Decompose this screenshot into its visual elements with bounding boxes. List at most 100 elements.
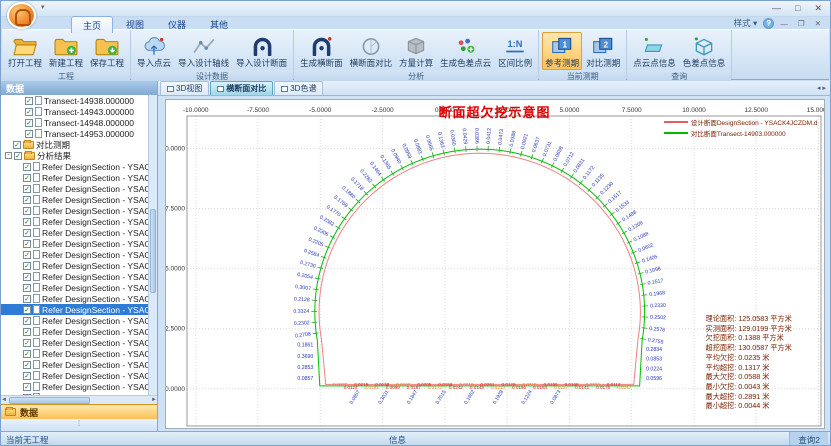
checkbox-icon[interactable]: ✓ [25, 130, 33, 138]
tree-item-refer[interactable]: ✓Refer DesignSection - YSACK4JCZDI [1, 205, 148, 216]
tree-vertical-scrollbar[interactable] [148, 95, 157, 395]
tree-item-refer[interactable]: ✓Refer DesignSection - YSACK4JCZDI [1, 293, 148, 304]
ribbon-button-区间比例[interactable]: 1:N区间比例 [495, 32, 535, 70]
tree-item-transect[interactable]: ✓Transect-14943.000000 [1, 106, 148, 117]
tree-item-refer[interactable]: ✓Refer DesignSection - YSACK4JCZDI [1, 161, 148, 172]
tree-item-transect[interactable]: ✓Transect-14938.000000 [1, 95, 148, 106]
tree-item-refer[interactable]: ✓Refer DesignSection - YSACK4JCZDI [1, 172, 148, 183]
ribbon-button-打开工程[interactable]: 打开工程 [5, 32, 45, 70]
ribbon-tab-视图[interactable]: 视图 [115, 16, 155, 33]
checkbox-icon[interactable]: ✓ [23, 306, 31, 314]
tree-item-refer[interactable]: ✓Refer DesignSection - YSACK4JCZDI [1, 304, 148, 315]
ribbon-button-方量计算[interactable]: 方量计算 [396, 32, 436, 70]
checkbox-icon[interactable]: ✓ [25, 108, 33, 116]
checkbox-icon[interactable]: ✓ [23, 383, 31, 391]
ribbon-button-色差点信息[interactable]: 色差点信息 [680, 32, 729, 70]
ribbon-button-参考测期[interactable]: 1参考测期 [542, 32, 582, 70]
scroll-right-icon[interactable]: ► [151, 397, 157, 403]
checkbox-icon[interactable]: ✓ [25, 119, 33, 127]
ribbon-button-导入点云[interactable]: 导入点云 [134, 32, 174, 70]
checkbox-icon[interactable]: ✓ [23, 163, 31, 171]
ribbon-tab-仪器[interactable]: 仪器 [157, 16, 197, 33]
ribbon-button-点云点信息[interactable]: 点云点信息 [630, 32, 679, 70]
sidebar-panel-tab-data[interactable]: 数据 [1, 404, 157, 419]
tree-item-refer[interactable]: ✓Refer DesignSection - YSACK4JCZDI [1, 227, 148, 238]
close-button[interactable]: ✕ [814, 3, 822, 14]
ribbon-button-横断面对比[interactable]: 横断面对比 [347, 32, 396, 70]
checkbox-icon[interactable]: ✓ [23, 174, 31, 182]
checkbox-icon[interactable]: ✓ [23, 207, 31, 215]
tree-horizontal-scrollbar[interactable]: ◄► [1, 395, 157, 404]
quick-access-arrow-icon[interactable]: ▾ [41, 3, 45, 11]
checkbox-icon[interactable]: ✓ [23, 350, 31, 358]
tree-item-refer[interactable]: ✓Refer DesignSection - YSACK4JCZDI [1, 238, 148, 249]
scroll-left-icon[interactable]: ◄ [1, 397, 7, 403]
ribbon-tab-其他[interactable]: 其他 [199, 16, 239, 33]
tree-folder-compare[interactable]: ✓对比测期 [1, 139, 148, 150]
tree-item-refer[interactable]: ✓Refer DesignSection - YSACK4JCZDI [1, 381, 148, 392]
checkbox-icon[interactable]: ✓ [23, 273, 31, 281]
checkbox-icon[interactable]: ✓ [23, 339, 31, 347]
checkbox-icon[interactable]: ✓ [23, 262, 31, 270]
ribbon-button-导入设计断面[interactable]: 导入设计断面 [233, 32, 290, 70]
checkbox-icon[interactable]: ✓ [23, 218, 31, 226]
tab-scroll-arrows[interactable]: ◂ ▸ [817, 84, 826, 92]
app-logo-icon[interactable] [7, 2, 36, 29]
chevron-down-icon: ▾ [753, 18, 757, 28]
checkbox-icon[interactable]: ✓ [23, 394, 31, 396]
ribbon-button-导入设计轴线[interactable]: 导入设计轴线 [175, 32, 232, 70]
style-dropdown[interactable]: 样式 ▾ [734, 17, 758, 29]
tree-item-transect[interactable]: ✓Transect-14953.000000 [1, 128, 148, 139]
ribbon-button-保存工程[interactable]: 保存工程 [87, 32, 127, 70]
checkbox-icon[interactable]: ✓ [23, 196, 31, 204]
tree-item-refer[interactable]: ✓Refer DesignSection - YSACK4JCZDI [1, 337, 148, 348]
checkbox-icon[interactable]: ✓ [23, 229, 31, 237]
ribbon-button-生成色差点云[interactable]: 生成色差点云 [437, 32, 494, 70]
checkbox-icon[interactable]: ✓ [23, 240, 31, 248]
tree-item-refer[interactable]: ✓Refer DesignSection - YSACK4JCZDI [1, 359, 148, 370]
tree-item-transect[interactable]: ✓Transect-14948.000000 [1, 117, 148, 128]
tree-item-refer[interactable]: ✓Refer DesignSection - YSACK4JCZDI [1, 392, 148, 395]
tree-item-refer[interactable]: ✓Refer DesignSection - YSACK4JCZDI [1, 271, 148, 282]
ribbon-tab-主页[interactable]: 主页 [71, 16, 113, 33]
ribbon-mini-window-controls[interactable]: — ❐ ✕ [780, 19, 825, 28]
checkbox-icon[interactable]: ✓ [23, 295, 31, 303]
floor-annotation-blue: 0.2015 [434, 389, 447, 405]
minimize-button[interactable]: — [772, 3, 781, 14]
checkbox-icon[interactable]: ✓ [23, 328, 31, 336]
doc-tab-3D色谱[interactable]: 3D色谱 [274, 81, 323, 95]
tree-item-refer[interactable]: ✓ Refer DesignSection - YSACK4JCZDI [1, 183, 148, 194]
doc-tab-横断面对比[interactable]: 横断面对比 [210, 81, 273, 95]
ribbon-button-对比测期[interactable]: 2对比测期 [583, 32, 623, 70]
ribbon-button-新建工程[interactable]: 新建工程 [46, 32, 86, 70]
checkbox-icon[interactable]: ✓ [14, 152, 22, 160]
tree-item-refer[interactable]: ✓Refer DesignSection - YSACK4JCZDI [1, 348, 148, 359]
tree-item-refer[interactable]: ✓Refer DesignSection - YSACK4JCZDI [1, 326, 148, 337]
tree-item-label: Refer DesignSection - YSACK4JCZDI [42, 184, 148, 194]
ribbon-button-生成横断面[interactable]: 生成横断面 [297, 32, 346, 70]
sidebar-collapse-grip[interactable]: ⁞ [1, 419, 157, 431]
checkbox-icon[interactable]: ✓ [23, 185, 31, 193]
help-icon[interactable]: ? [763, 18, 774, 29]
checkbox-icon[interactable]: ✓ [23, 361, 31, 369]
tree-item-refer[interactable]: ✓Refer DesignSection - YSACK4JCZDI [1, 315, 148, 326]
tree-item-refer[interactable]: ✓Refer DesignSection - YSACK4JCZDI [1, 249, 148, 260]
checkbox-icon[interactable]: ✓ [23, 251, 31, 259]
checkbox-icon[interactable]: ✓ [23, 284, 31, 292]
tree-folder-results[interactable]: -✓分析结果 [1, 150, 148, 161]
checkbox-icon[interactable]: ✓ [23, 372, 31, 380]
tree-item-refer[interactable]: ✓Refer DesignSection - YSACK4JCZDI [1, 282, 148, 293]
maximize-button[interactable]: □ [795, 3, 800, 14]
status-query[interactable]: 查询2 [789, 432, 828, 445]
expander-icon[interactable]: - [5, 152, 12, 159]
tree-item-refer[interactable]: ✓Refer DesignSection - YSACK4JCZDI [1, 370, 148, 381]
checkbox-icon[interactable]: ✓ [23, 317, 31, 325]
tree-item-refer[interactable]: ✓Refer DesignSection - YSACK4JCZDI [1, 260, 148, 271]
checkbox-icon[interactable]: ✓ [13, 141, 21, 149]
cube-outline-icon [691, 34, 717, 58]
doc-tab-3D视图[interactable]: 3D视图 [160, 81, 209, 95]
tree-item-refer[interactable]: ✓Refer DesignSection - YSACK4JCZDI [1, 216, 148, 227]
tree-item-refer[interactable]: ✓Refer DesignSection - YSACK4JCZDI [1, 194, 148, 205]
checkbox-icon[interactable]: ✓ [25, 97, 33, 105]
arch-annotation: 0.1230 [599, 181, 615, 196]
